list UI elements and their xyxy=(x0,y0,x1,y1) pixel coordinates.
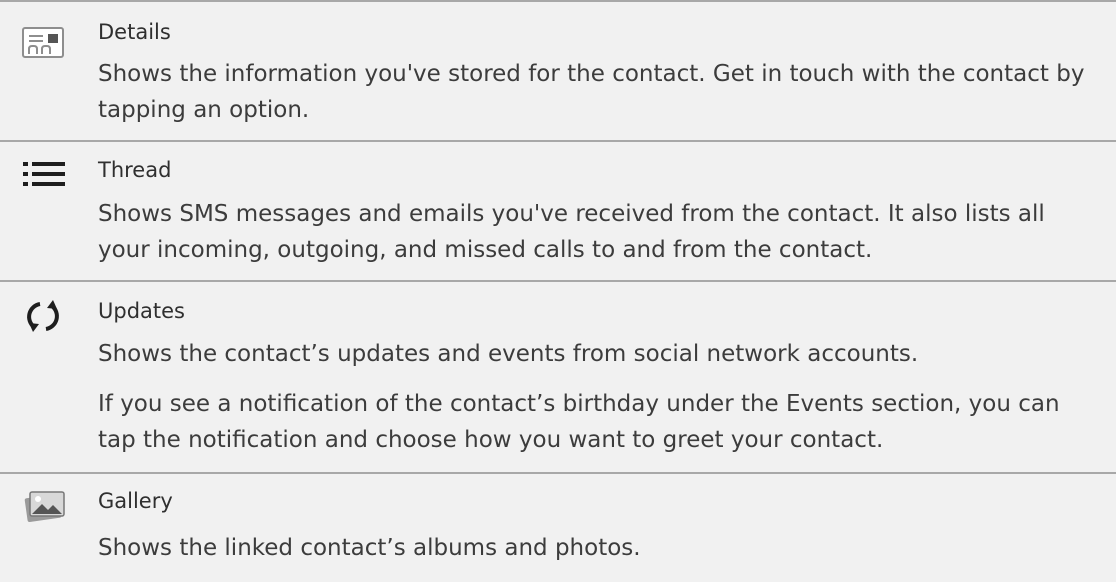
section-description: Shows the linked contact’s albums and ph… xyxy=(98,535,641,561)
details-card-icon xyxy=(22,27,64,58)
section-gallery: Gallery Shows the linked contact’s album… xyxy=(0,474,1116,580)
section-title: Updates xyxy=(98,299,185,323)
section-updates: Updates Shows the contact’s updates and … xyxy=(0,282,1116,474)
section-description: Shows SMS messages and emails you've rec… xyxy=(98,201,1045,263)
section-thread: Thread Shows SMS messages and emails you… xyxy=(0,142,1116,282)
list-icon xyxy=(23,162,65,186)
refresh-icon xyxy=(27,300,59,332)
section-title: Thread xyxy=(98,158,172,182)
section-description: Shows the contact’s updates and events f… xyxy=(98,341,919,367)
section-title: Gallery xyxy=(98,489,173,513)
contact-tabs-reference: Details Shows the information you've sto… xyxy=(0,0,1116,582)
section-description: If you see a notification of the contact… xyxy=(98,391,1060,453)
section-title: Details xyxy=(98,20,171,44)
section-details: Details Shows the information you've sto… xyxy=(0,2,1116,142)
section-description: Shows the information you've stored for … xyxy=(98,61,1085,123)
gallery-icon xyxy=(24,491,65,522)
